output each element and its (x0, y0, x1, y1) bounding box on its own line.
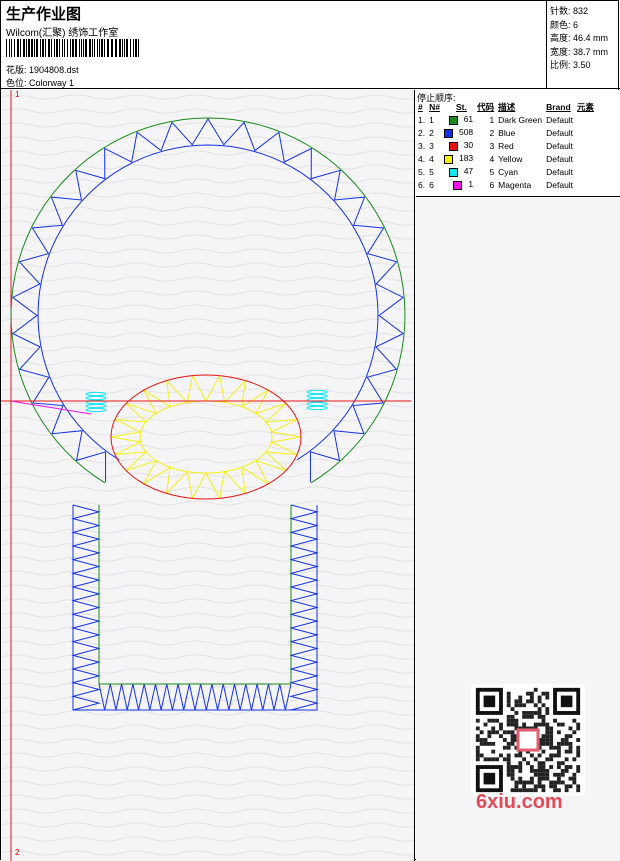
row-index: 3. (418, 140, 426, 151)
row-stitches: 61 (442, 113, 475, 126)
row-description: Dark Green (498, 114, 543, 125)
stop-sequence-table: # N# St. 代码 描述 Brand 元素 1. 1 61 1 Dark Green… (416, 101, 596, 191)
marker-top: 1 (15, 90, 20, 99)
company-name: Wilcom(汇聚) 绣饰工作室 (6, 28, 119, 39)
row-needle: 5 (429, 166, 434, 177)
row-stitches: 183 (442, 152, 475, 165)
colorway-label: 色位: (6, 78, 27, 88)
col-stitches: St. (455, 102, 467, 112)
colorway-value: Colorway 1 (29, 78, 75, 88)
stat-scale: 比例: 3.50 (550, 60, 591, 70)
col-needle: N# (429, 102, 440, 112)
color-swatch (443, 154, 453, 164)
row-description: Yellow (498, 153, 523, 164)
color-swatch (448, 141, 458, 151)
stop-sequence-panel: 停止顺序: # N# St. 代码 描述 Brand 元素 1. 1 61 1 Dark… (416, 90, 620, 197)
table-row: 2. 2 508 2 Blue Default (416, 126, 596, 139)
row-code: 5 (489, 166, 495, 177)
stitch-count: 1 (468, 179, 474, 190)
qr-code-icon (471, 684, 585, 796)
row-description: Magenta (498, 179, 532, 190)
color-swatch (448, 167, 458, 177)
stitch-count: 183 (458, 153, 474, 164)
row-stitches: 30 (442, 139, 475, 152)
stitch-count: 61 (463, 114, 474, 125)
row-description: Blue (498, 127, 516, 138)
header: 生产作业图 Wilcom(汇聚) 绣饰工作室 花版: 1904808.dst 色… (1, 1, 620, 89)
row-code: 6 (489, 179, 495, 190)
color-swatch (448, 115, 458, 125)
production-worksheet: 生产作业图 Wilcom(汇聚) 绣饰工作室 花版: 1904808.dst 色… (0, 0, 620, 861)
row-brand: Default (546, 127, 574, 138)
barcode-icon (6, 39, 139, 57)
design-stats: 针数: 832 颜色: 6 高度: 46.4 mm 宽度: 38.7 mm 比例… (546, 1, 620, 89)
row-element (575, 139, 596, 152)
col-description: 描述 (498, 102, 516, 112)
row-index: 4. (418, 153, 426, 164)
table-row: 4. 4 183 4 Yellow Default (416, 152, 596, 165)
stitch-count: 47 (463, 166, 474, 177)
table-row: 6. 6 1 6 Magenta Default (416, 178, 596, 191)
row-brand: Default (546, 166, 574, 177)
stat-colors: 颜色: 6 (550, 19, 579, 30)
pattern-label: 花版: (6, 65, 27, 75)
colorway-row: 色位: Colorway 1 (6, 76, 74, 89)
table-row: 3. 3 30 3 Red Default (416, 139, 596, 152)
embroidery-preview: 1 2 (1, 90, 415, 861)
row-brand: Default (546, 140, 574, 151)
row-index: 5. (418, 166, 426, 177)
row-code: 4 (489, 153, 495, 164)
row-stitches: 1 (442, 178, 475, 191)
stitch-drawing (1, 90, 414, 861)
row-needle: 2 (429, 127, 434, 138)
pattern-row: 花版: 1904808.dst (6, 63, 79, 76)
page-title: 生产作业图 (6, 6, 82, 23)
stitch-count: 508 (458, 127, 474, 138)
col-index: # (418, 102, 423, 112)
stitch-count: 30 (463, 140, 474, 151)
row-stitches: 47 (442, 165, 475, 178)
pattern-value: 1904808.dst (29, 65, 79, 75)
table-row: 1. 1 61 1 Dark Green Default (416, 113, 596, 126)
row-index: 1. (418, 114, 426, 125)
row-needle: 4 (429, 153, 434, 164)
row-element (575, 152, 596, 165)
color-swatch (453, 180, 463, 190)
col-code: 代码 (477, 102, 495, 112)
col-element: 元素 (577, 102, 595, 112)
row-element (575, 165, 596, 178)
row-code: 1 (489, 114, 495, 125)
stat-stitches: 针数: 832 (550, 6, 589, 16)
row-code: 3 (489, 140, 495, 151)
row-needle: 6 (429, 179, 434, 190)
table-header-row: # N# St. 代码 描述 Brand 元素 (416, 101, 596, 113)
stat-height: 高度: 46.4 mm (550, 33, 609, 43)
row-brand: Default (546, 179, 574, 190)
row-description: Cyan (498, 166, 519, 177)
row-index: 2. (418, 127, 426, 138)
color-swatch (443, 128, 453, 138)
watermark-logo: 6xiu.com (476, 791, 563, 813)
row-element (575, 126, 596, 139)
row-needle: 3 (429, 140, 434, 151)
table-row: 5. 5 47 5 Cyan Default (416, 165, 596, 178)
row-element (575, 178, 596, 191)
row-needle: 1 (429, 114, 434, 125)
row-brand: Default (546, 114, 574, 125)
marker-bottom: 2 (15, 848, 20, 857)
row-description: Red (498, 140, 514, 151)
col-brand: Brand (546, 102, 571, 112)
stat-width: 宽度: 38.7 mm (550, 46, 609, 57)
row-index: 6. (418, 179, 426, 190)
row-element (575, 113, 596, 126)
row-brand: Default (546, 153, 574, 164)
row-stitches: 508 (442, 126, 475, 139)
row-code: 2 (489, 127, 495, 138)
